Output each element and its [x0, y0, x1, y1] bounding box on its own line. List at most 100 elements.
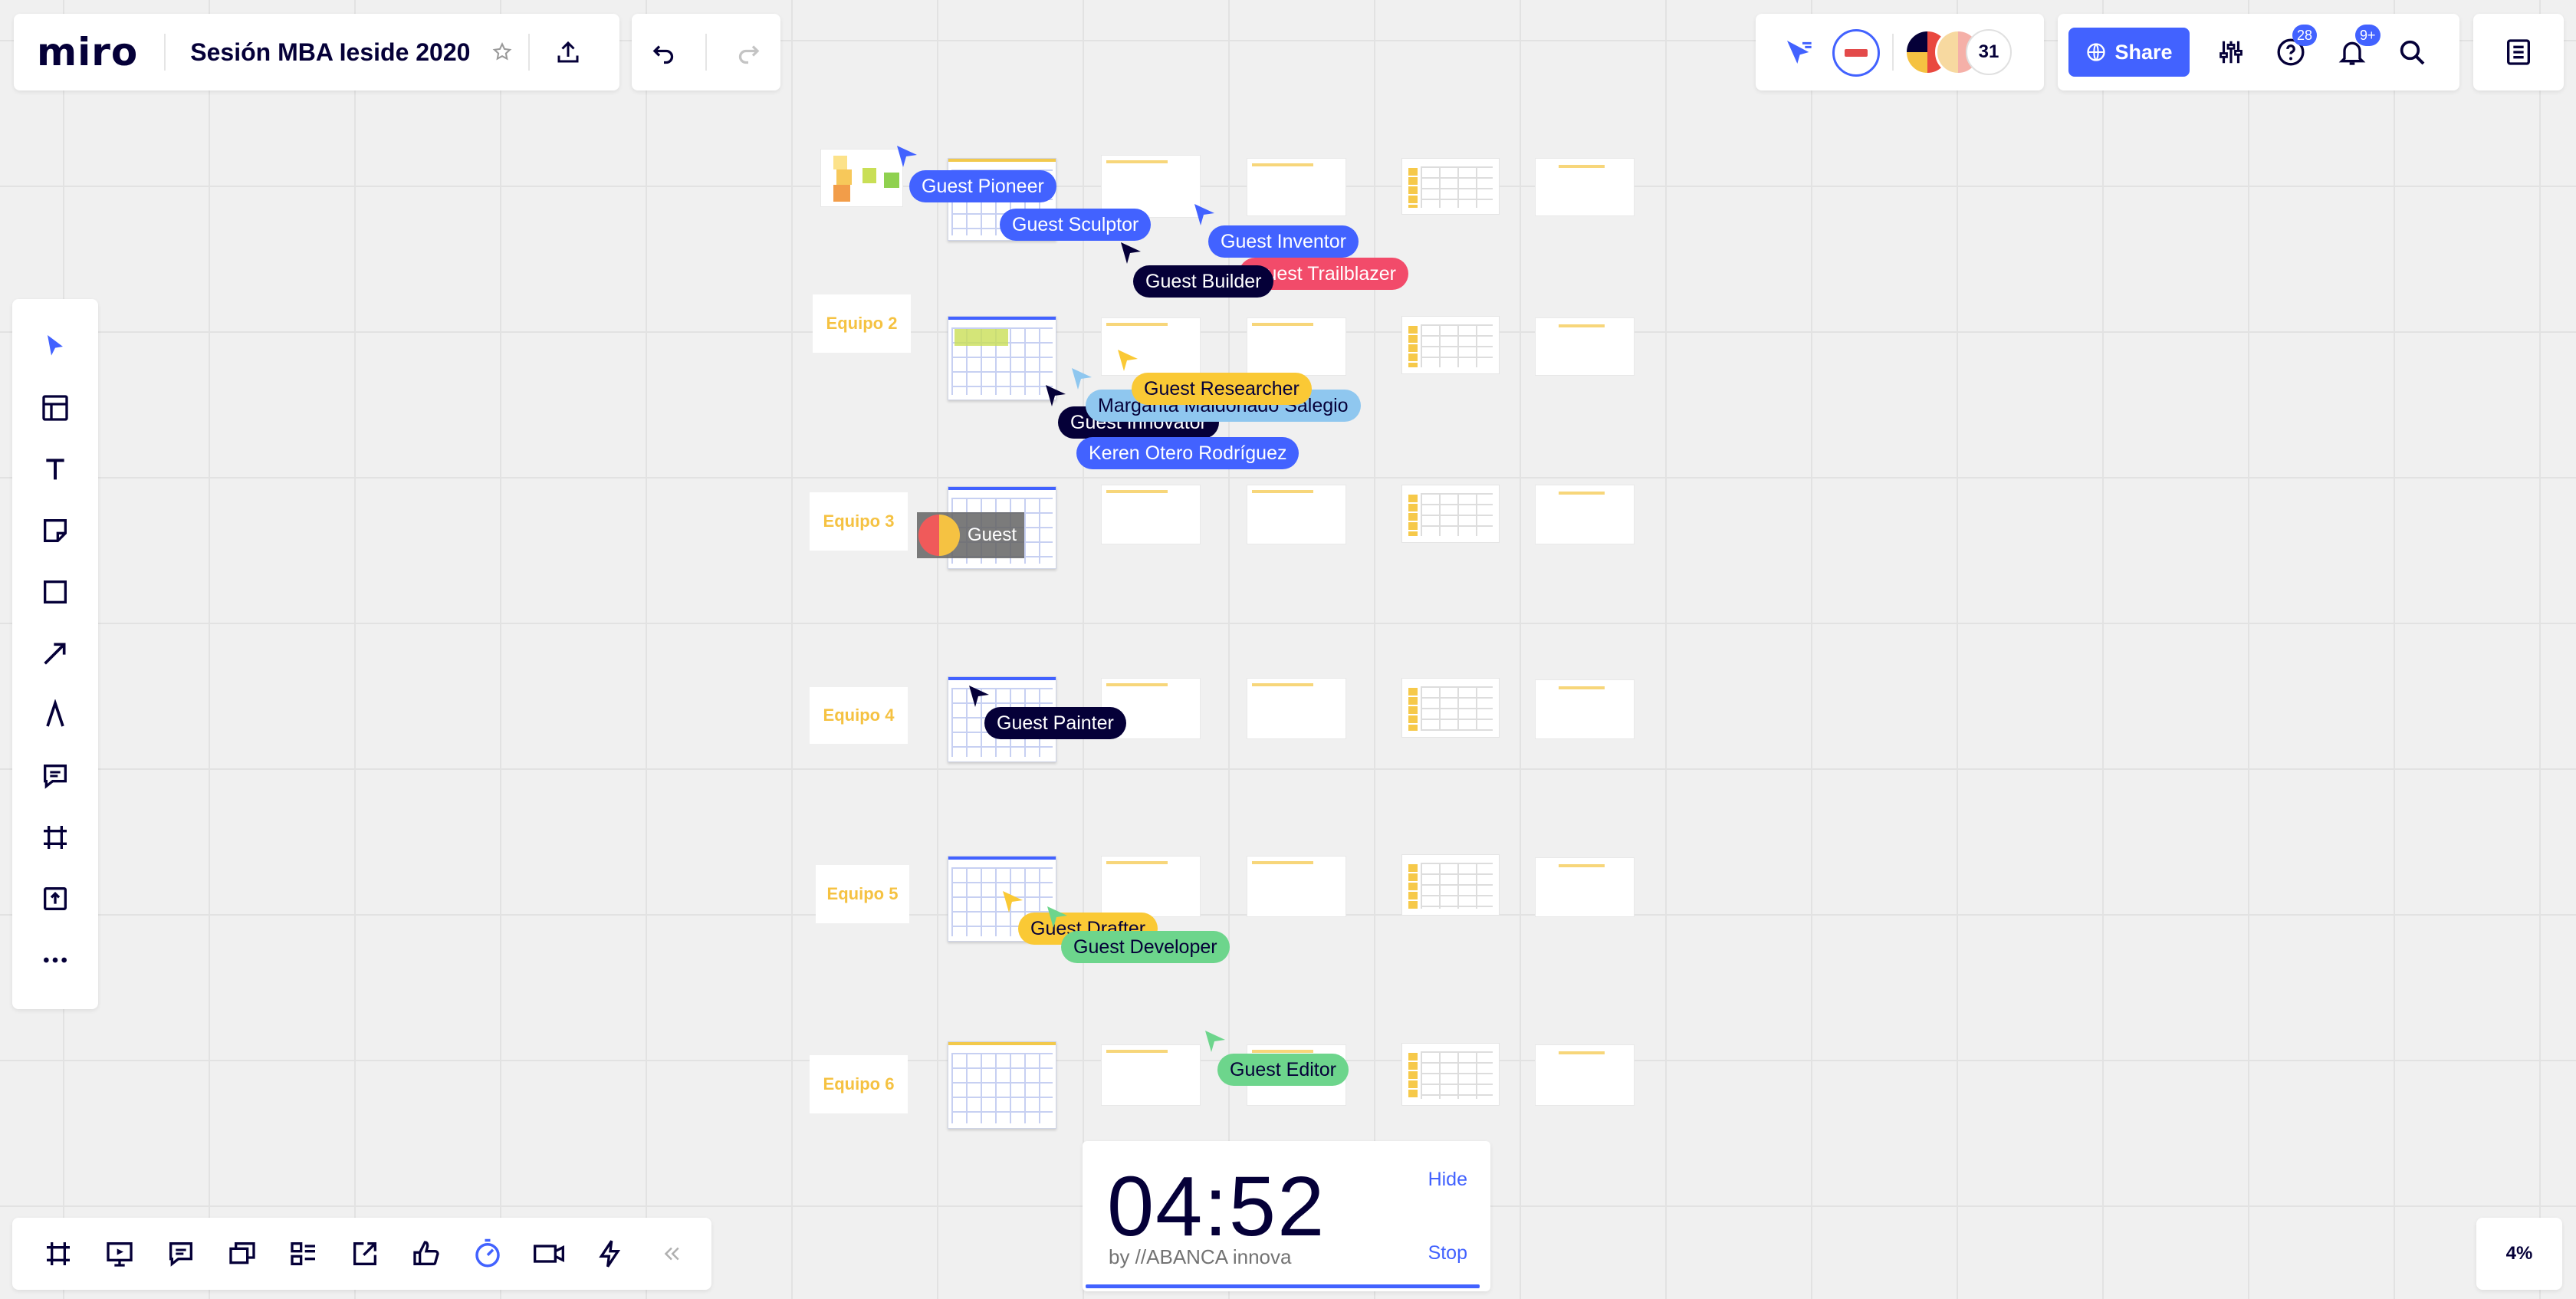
cursor-label: Guest Editor — [1217, 1054, 1349, 1086]
pen-tool[interactable] — [12, 686, 98, 744]
comments-icon[interactable] — [150, 1223, 212, 1284]
guest-avatar-chip[interactable]: Guest — [917, 512, 1024, 558]
schedule-frame-row5[interactable] — [1401, 854, 1500, 916]
bottom-toolbar — [12, 1218, 711, 1290]
frames-icon[interactable] — [28, 1223, 89, 1284]
templates-tool[interactable] — [12, 379, 98, 437]
cursor-arrow-icon — [1047, 906, 1067, 928]
comment-tool[interactable] — [12, 747, 98, 805]
timer-stop-button[interactable]: Stop — [1428, 1242, 1467, 1264]
document-list-icon[interactable] — [2500, 34, 2537, 71]
share-screen-icon[interactable] — [334, 1223, 396, 1284]
redo-icon[interactable] — [725, 29, 771, 75]
cursor-arrow-icon — [1194, 204, 1214, 225]
timer-icon[interactable] — [457, 1223, 518, 1284]
frame-icon — [44, 826, 67, 849]
schedule-frame-row4[interactable] — [1401, 678, 1500, 738]
board-canvas[interactable]: Equipo 2 Equipo 3 Equipo 4 Equipo 5 Equi… — [0, 0, 2576, 1299]
share-label: Share — [2114, 40, 2173, 64]
frame-tool[interactable] — [12, 808, 98, 867]
comment-icon — [44, 765, 67, 789]
globe-icon — [2087, 43, 2106, 61]
connection-line-tool[interactable] — [12, 624, 98, 682]
select-tool[interactable] — [12, 317, 98, 376]
frame-row6-c3[interactable] — [1101, 1044, 1201, 1106]
undo-redo-panel — [632, 14, 780, 90]
cursor-label: Keren Otero Rodríguez — [1076, 437, 1300, 469]
kanban-icon[interactable] — [273, 1223, 334, 1284]
cursor-label: Guest Sculptor — [1000, 209, 1152, 241]
frame-row1-c6[interactable] — [1535, 158, 1635, 216]
frame-row1-c4[interactable] — [1247, 158, 1346, 216]
cursor-arrow-icon — [897, 146, 917, 167]
search-icon[interactable] — [2395, 35, 2429, 69]
miro-logo[interactable]: miro — [37, 30, 138, 74]
cursor-label: Guest Developer — [1061, 931, 1230, 963]
video-icon[interactable] — [518, 1223, 580, 1284]
frame-row5-c6[interactable] — [1535, 857, 1635, 917]
schedule-frame-row3[interactable] — [1401, 485, 1500, 543]
more-tools[interactable] — [12, 931, 98, 989]
arrow-icon — [44, 643, 66, 665]
team-label-6: Equipo 6 — [810, 1055, 908, 1113]
team-label-5: Equipo 5 — [816, 865, 909, 923]
schedule-frame-row6[interactable] — [1401, 1043, 1500, 1106]
follow-cursors-icon[interactable] — [1782, 35, 1815, 69]
actions-panel: Share 28 9+ — [2058, 14, 2459, 90]
creation-toolbar — [12, 299, 98, 1009]
board-title[interactable]: Sesión MBA Ieside 2020 — [190, 38, 470, 67]
upload-icon[interactable] — [550, 34, 586, 71]
upload-tool[interactable] — [12, 870, 98, 928]
calendar-frame-row6[interactable] — [948, 1041, 1056, 1129]
sticky-note-icon — [44, 519, 67, 542]
collapse-icon[interactable] — [641, 1223, 702, 1284]
shape-tool[interactable] — [12, 563, 98, 621]
zoom-level[interactable]: 4% — [2476, 1218, 2562, 1290]
frame-row3-c3[interactable] — [1101, 485, 1201, 544]
frame-row2-c4[interactable] — [1247, 317, 1346, 376]
upload-icon — [44, 887, 67, 910]
schedule-frame-row1[interactable] — [1401, 158, 1500, 215]
collaborators-panel: 31 — [1756, 14, 2044, 90]
star-icon[interactable] — [487, 37, 518, 67]
timer-credit: by //ABANCA innova — [1109, 1245, 1292, 1268]
help-badge: 28 — [2292, 25, 2318, 46]
frame-row4-c4[interactable] — [1247, 678, 1346, 739]
timer-hide-button[interactable]: Hide — [1428, 1169, 1467, 1191]
sticky-note-tool[interactable] — [12, 502, 98, 560]
team-label-4: Equipo 4 — [810, 687, 908, 744]
voting-icon[interactable] — [396, 1223, 457, 1284]
share-button[interactable]: Share — [2068, 28, 2190, 77]
presentation-icon[interactable] — [89, 1223, 150, 1284]
templates-icon — [42, 395, 68, 421]
timer-panel: 04:52 by //ABANCA innova Hide Stop — [1083, 1141, 1490, 1291]
cursor-label: Guest Builder — [1133, 265, 1274, 298]
cursor-icon — [48, 335, 63, 356]
guest-avatar-icon — [918, 515, 960, 556]
calendar-frame-row2[interactable] — [948, 316, 1056, 400]
cursor-label: Guest Pioneer — [909, 170, 1056, 202]
frame-row6-c6[interactable] — [1535, 1044, 1635, 1106]
divider — [164, 34, 166, 71]
text-tool[interactable] — [12, 440, 98, 498]
frame-row5-c3[interactable] — [1101, 856, 1201, 917]
cards-icon[interactable] — [212, 1223, 273, 1284]
text-icon — [46, 459, 64, 480]
organization-logo-avatar[interactable] — [1832, 29, 1880, 77]
board-settings-icon[interactable] — [2214, 35, 2248, 69]
board-header: miro Sesión MBA Ieside 2020 — [14, 14, 619, 90]
schedule-frame-row2[interactable] — [1401, 316, 1500, 374]
frame-row3-c4[interactable] — [1247, 485, 1346, 544]
square-icon — [44, 580, 67, 603]
timer-progress-bar — [1086, 1284, 1480, 1288]
frame-sticky-notes[interactable] — [820, 149, 903, 207]
notifications-badge: 9+ — [2355, 25, 2380, 46]
frame-row2-c6[interactable] — [1535, 317, 1635, 376]
undo-icon[interactable] — [641, 29, 687, 75]
divider — [1892, 34, 1894, 71]
frame-row3-c6[interactable] — [1535, 485, 1635, 544]
frame-row4-c6[interactable] — [1535, 679, 1635, 739]
collaborator-count[interactable]: 31 — [1966, 29, 2012, 75]
frame-row5-c4[interactable] — [1247, 856, 1346, 917]
lightning-icon[interactable] — [580, 1223, 641, 1284]
